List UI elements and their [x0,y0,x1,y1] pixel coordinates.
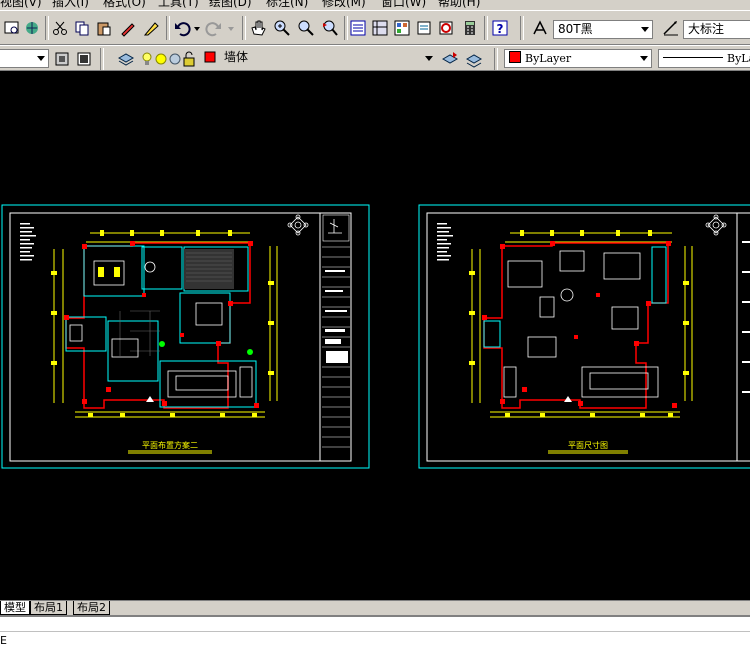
tab-layout2[interactable]: 布局2 [73,601,110,615]
menu-draw[interactable]: 绘图(D) [209,0,252,9]
color-select[interactable]: ByLayer [504,49,652,68]
paste-icon[interactable] [94,18,114,38]
menu-window[interactable]: 窗口(W) [381,0,426,9]
dim-style-value: 大标注 [688,22,725,36]
right-drawing-title: 平面尺寸图 [568,440,608,450]
layers-toolbar: 墙体 ByLayer ByLa [0,45,750,71]
color-swatch [509,51,521,63]
dim-style-icon[interactable] [661,18,681,38]
menu-tools[interactable]: 工具(T) [158,0,199,9]
current-layer-name: 墙体 [224,50,249,64]
menu-view[interactable]: 视图(V) [0,0,42,9]
clip-viewport-icon[interactable] [74,49,94,69]
publish-icon[interactable] [22,18,42,38]
right-sheet[interactable]: 平面尺寸图 [418,204,750,469]
calculator-icon[interactable] [460,18,480,38]
layer-viewport-freeze-icon[interactable] [168,49,182,69]
left-sheet[interactable]: 平面布置方案二 [1,204,370,469]
layout-tabs: 模型 布局1 布局2 [0,600,750,615]
layer-on-icon[interactable] [140,49,154,69]
drawing-canvas[interactable]: 平面布置方案二 平面尺寸图 [0,71,750,600]
plot-preview-icon[interactable] [2,18,22,38]
help-icon[interactable]: ? [490,18,510,38]
design-center-icon[interactable] [370,18,390,38]
chevron-down-icon[interactable] [637,50,651,67]
menu-format[interactable]: 格式(O) [103,0,146,9]
menu-bar: 视图(V) 插入(I) 格式(O) 工具(T) 绘图(D) 标注(N) 修改(M… [0,0,750,10]
redo-icon[interactable] [204,18,224,38]
dim-style-select[interactable]: 大标注 [683,20,750,39]
markup-icon[interactable] [436,18,456,38]
chevron-down-icon[interactable] [422,49,436,68]
viewport-icon[interactable] [52,49,72,69]
sheet-set-icon[interactable] [414,18,434,38]
tab-layout1[interactable]: 布局1 [30,601,67,615]
menu-help[interactable]: 帮助(H) [438,0,480,9]
tool-palettes-icon[interactable] [392,18,412,38]
layer-freeze-icon[interactable] [154,49,168,69]
copy-icon[interactable] [72,18,92,38]
menu-insert[interactable]: 插入(I) [52,0,89,9]
standard-toolbar: ? 80T黑 大标注 [0,10,750,45]
redo-dropdown-icon[interactable] [226,18,236,38]
text-style-icon[interactable] [530,18,550,38]
undo-icon[interactable] [172,18,192,38]
zoom-realtime-icon[interactable] [272,18,292,38]
tab-model[interactable]: 模型 [0,601,30,615]
workspace-select[interactable] [0,49,49,68]
model-space-drawing: 平面布置方案二 平面尺寸图 [1,204,750,469]
chevron-down-icon[interactable] [34,50,48,67]
svg-text:?: ? [497,22,504,36]
undo-dropdown-icon[interactable] [192,18,202,38]
match-properties-icon[interactable] [118,18,138,38]
command-history-text: E [0,634,7,647]
make-object-layer-current-icon[interactable] [440,49,460,69]
layer-lock-icon[interactable] [182,49,196,69]
pan-icon[interactable] [248,18,268,38]
linetype-preview [663,57,723,58]
text-style-value: 80T黑 [558,22,593,36]
linetype-select[interactable]: ByLa [658,49,750,68]
block-editor-icon[interactable] [142,18,162,38]
layer-color-swatch [204,51,216,63]
zoom-previous-icon[interactable] [320,18,340,38]
left-drawing-title: 平面布置方案二 [142,440,198,450]
linetype-value: ByLa [727,52,750,65]
layer-previous-icon[interactable] [464,49,484,69]
menu-dimension[interactable]: 标注(N) [266,0,308,9]
color-value: ByLayer [525,52,572,65]
cut-icon[interactable] [50,18,70,38]
menu-modify[interactable]: 修改(M) [322,0,366,9]
layer-select[interactable]: 墙体 [220,49,436,68]
layer-manager-icon[interactable] [116,49,136,69]
chevron-down-icon[interactable] [638,21,652,38]
zoom-window-icon[interactable] [296,18,316,38]
text-style-select[interactable]: 80T黑 [553,20,653,39]
command-line[interactable]: E [0,615,750,649]
properties-icon[interactable] [348,18,368,38]
